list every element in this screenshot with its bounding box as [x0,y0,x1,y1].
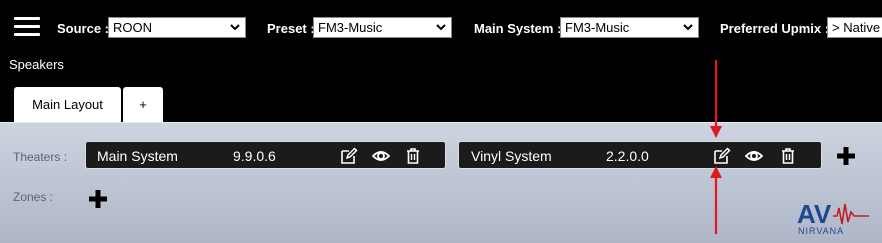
tab-main-layout[interactable]: Main Layout [14,87,121,123]
preset-select-value: FM3-Music [318,20,383,35]
preset-label: Preset : [267,21,315,36]
av-nirvana-logo: AV NIRVANA [797,199,869,236]
annotation-arrow-up [710,166,722,234]
zones-label: Zones : [13,190,54,204]
logo-nirvana-text: NIRVANA [798,226,844,236]
theater-vinyl-system[interactable]: Vinyl System 2.2.0.0 [458,141,822,169]
top-bar: Source : ROON Preset : FM3-Music Main Sy… [0,0,882,52]
main-system-label: Main System : [474,21,562,36]
chevron-down-icon [683,24,693,31]
trash-icon[interactable] [404,147,422,165]
source-label: Source : [57,21,110,36]
menu-icon[interactable] [14,17,40,37]
main-system-select-value: FM3-Music [565,20,630,35]
system-name: Vinyl System [471,148,552,164]
chevron-down-icon [436,24,446,31]
system-version: 2.2.0.0 [606,148,649,164]
speakers-label: Speakers [9,57,64,72]
theaters-label: Theaters : [13,150,68,164]
logo-av-text: AV [797,199,832,229]
add-theater-plus-icon[interactable] [835,145,857,167]
preferred-upmix-label: Preferred Upmix : [720,21,830,36]
system-name: Main System [97,148,178,164]
main-system-select[interactable]: FM3-Music [560,17,699,38]
system-version: 9.9.0.6 [233,148,276,164]
edit-icon[interactable] [340,147,358,165]
theater-main-system[interactable]: Main System 9.9.0.6 [85,141,446,169]
chevron-down-icon [230,24,240,31]
add-zone-plus-icon[interactable] [87,188,109,210]
source-select-value: ROON [113,20,152,35]
eye-icon[interactable] [745,147,763,165]
edit-icon[interactable] [713,147,731,165]
source-select[interactable]: ROON [108,17,246,38]
annotation-arrow-down [710,60,722,138]
add-layout-tab[interactable]: + [123,87,163,123]
preferred-upmix-select-value: > Native [832,20,881,35]
trash-icon[interactable] [779,147,797,165]
preset-select[interactable]: FM3-Music [313,17,452,38]
eye-icon[interactable] [372,147,390,165]
preferred-upmix-select[interactable]: > Native [827,17,882,38]
